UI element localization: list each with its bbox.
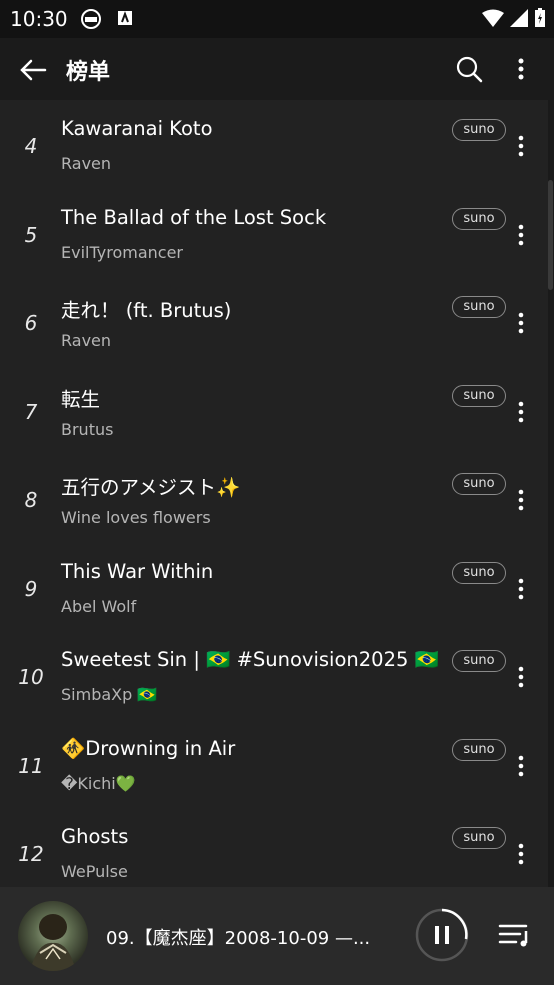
source-badge: suno xyxy=(452,827,506,849)
page-title: 榜单 xyxy=(66,60,111,85)
track-row[interactable]: 10 Sweetest Sin | 🇧🇷 #Sunovision2025 🇧🇷 … xyxy=(0,631,548,720)
track-title: This War Within xyxy=(61,559,214,583)
track-row[interactable]: 8 五行のアメジスト✨ Wine loves flowers suno xyxy=(0,454,548,543)
track-more-icon[interactable] xyxy=(509,132,533,160)
playlist-icon[interactable] xyxy=(498,921,532,949)
mini-player[interactable]: 09.【魔杰座】2008-10-09 —... xyxy=(0,887,554,985)
signal-icon xyxy=(510,9,528,27)
source-badge: suno xyxy=(452,650,506,672)
track-row[interactable]: 6 走れ！ (ft. Brutus) Raven suno xyxy=(0,277,548,366)
battery-icon xyxy=(534,8,546,28)
source-badge: suno xyxy=(452,561,506,584)
album-cover[interactable] xyxy=(18,901,88,971)
status-time: 10:30 xyxy=(10,7,68,31)
track-rank: 4 xyxy=(24,134,38,158)
track-rank: 8 xyxy=(24,488,38,512)
track-more-icon[interactable] xyxy=(509,486,533,514)
track-rank: 5 xyxy=(24,222,38,247)
track-artist: Raven xyxy=(61,154,112,173)
chart-track-list: 4 Kawaranai Koto Raven suno 5 The Ballad… xyxy=(0,100,548,887)
track-artist: �Kichi💚 xyxy=(61,773,136,793)
back-arrow-icon[interactable] xyxy=(18,55,48,85)
source-badge: suno xyxy=(452,207,506,230)
track-title: The Ballad of the Lost Sock xyxy=(61,205,327,229)
source-badge: suno xyxy=(452,384,506,407)
track-row[interactable]: 7 転生 Brutus suno xyxy=(0,366,548,455)
track-title: 五行のアメジスト✨ xyxy=(61,476,241,499)
track-rank: 11 xyxy=(18,753,44,778)
track-title: 🚸Drowning in Air xyxy=(61,736,236,760)
status-bar: 10:30 xyxy=(0,0,554,38)
track-artist: Wine loves flowers xyxy=(61,508,211,527)
track-title: Kawaranai Koto xyxy=(61,117,213,140)
track-more-icon[interactable] xyxy=(509,221,533,249)
search-icon[interactable] xyxy=(455,55,483,83)
track-title: Ghosts xyxy=(61,825,129,848)
track-title: 走れ！ (ft. Brutus) xyxy=(61,299,232,322)
track-rank: 12 xyxy=(18,842,44,866)
track-artist: Raven xyxy=(61,331,112,350)
track-artist: WePulse xyxy=(61,862,128,881)
track-row[interactable]: 5 The Ballad of the Lost Sock EvilTyroma… xyxy=(0,189,548,278)
track-rank: 6 xyxy=(24,311,38,335)
track-rank: 10 xyxy=(18,665,44,689)
source-badge: suno xyxy=(452,296,506,318)
track-more-icon[interactable] xyxy=(509,309,533,337)
track-more-icon[interactable] xyxy=(509,840,533,868)
track-row[interactable]: 11 🚸Drowning in Air �Kichi💚 suno xyxy=(0,720,548,809)
app-bar: 榜单 xyxy=(0,38,554,100)
source-badge: suno xyxy=(452,738,506,761)
track-rank: 9 xyxy=(24,576,38,601)
source-badge: suno xyxy=(452,119,506,141)
track-artist: Brutus xyxy=(61,419,114,439)
notification-app-icon xyxy=(118,11,132,25)
track-more-icon[interactable] xyxy=(509,663,533,691)
now-playing-title[interactable]: 09.【魔杰座】2008-10-09 —... xyxy=(106,924,376,950)
notification-avatar-icon xyxy=(80,8,102,30)
track-row[interactable]: 12 Ghosts WePulse suno xyxy=(0,808,548,887)
track-artist: SimbaXp 🇧🇷 xyxy=(61,685,158,704)
track-row[interactable]: 9 This War Within Abel Wolf suno xyxy=(0,543,548,632)
track-more-icon[interactable] xyxy=(509,752,533,780)
track-artist: EvilTyromancer xyxy=(61,242,183,262)
track-title: 転生 xyxy=(61,387,101,411)
track-artist: Abel Wolf xyxy=(61,596,137,616)
track-more-icon[interactable] xyxy=(509,398,533,426)
track-more-icon[interactable] xyxy=(509,575,533,603)
track-rank: 7 xyxy=(24,399,38,424)
track-row[interactable]: 4 Kawaranai Koto Raven suno xyxy=(0,100,548,189)
more-vert-icon[interactable] xyxy=(509,54,533,84)
source-badge: suno xyxy=(452,473,506,495)
scrollbar-thumb[interactable] xyxy=(548,180,553,290)
pause-icon[interactable] xyxy=(414,907,470,963)
track-title: Sweetest Sin | 🇧🇷 #Sunovision2025 🇧🇷 xyxy=(61,648,439,671)
wifi-icon xyxy=(482,9,504,27)
status-indicators xyxy=(482,8,546,28)
